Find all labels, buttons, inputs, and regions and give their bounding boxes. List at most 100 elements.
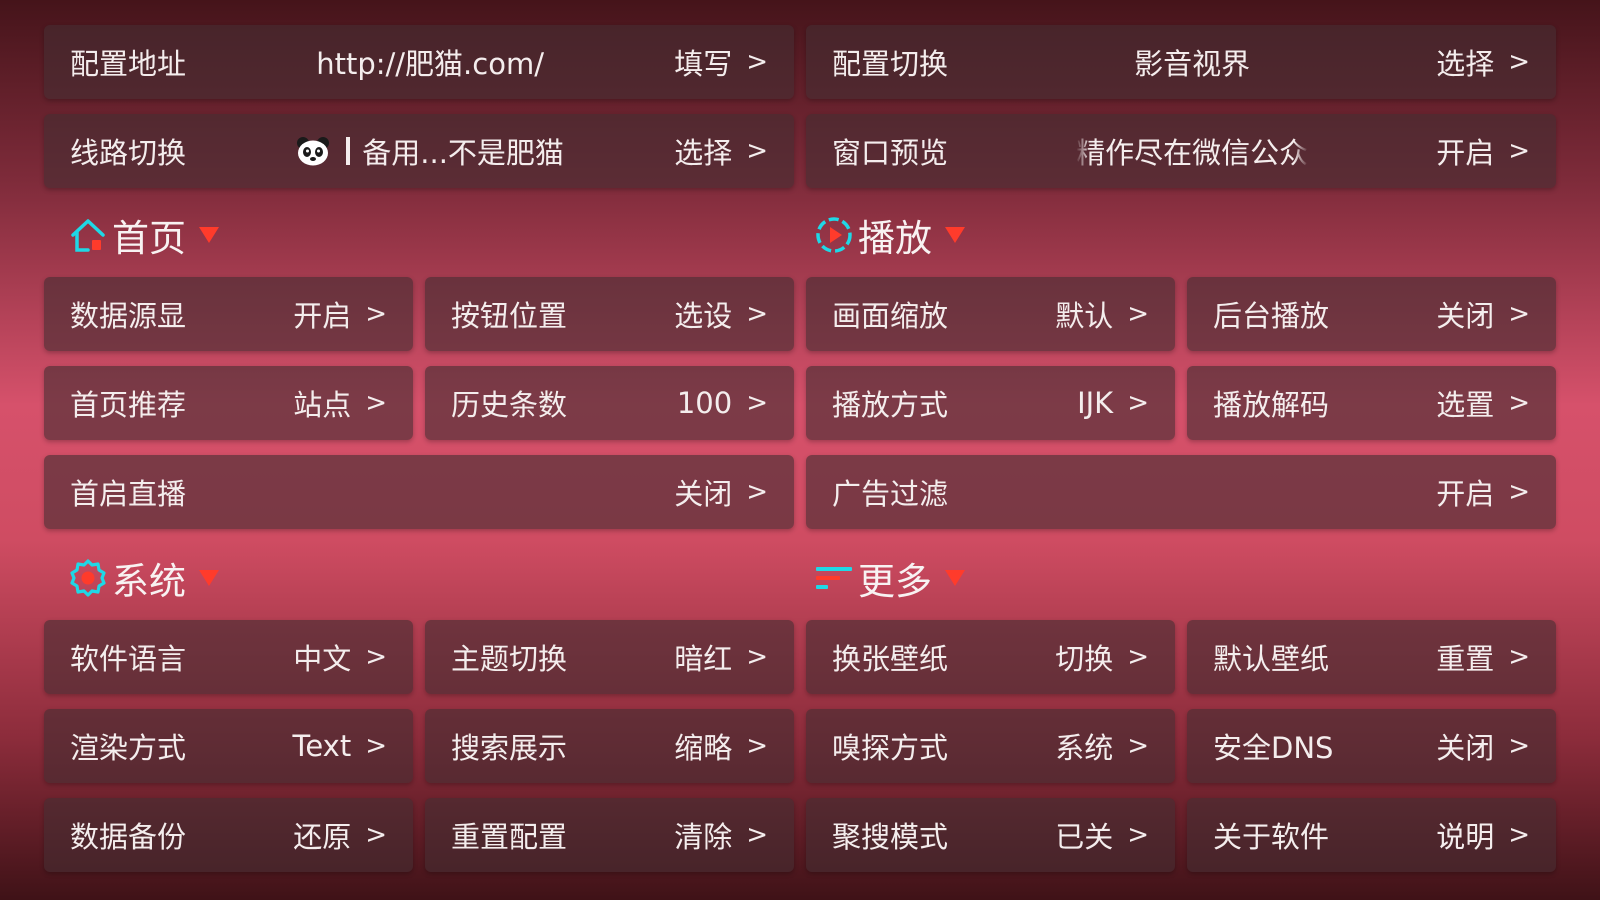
- row-value: 清除: [674, 820, 733, 854]
- row-value: 还原: [293, 820, 352, 854]
- button-position-row[interactable]: 按钮位置 选设 >: [425, 277, 794, 351]
- chevron-right-icon: >: [746, 47, 768, 77]
- play-decode-row[interactable]: 播放解码 选置 >: [1187, 366, 1556, 440]
- row-value: 站点: [293, 388, 352, 422]
- play-circle-icon: [816, 217, 852, 253]
- row-label: 历史条数: [451, 388, 568, 422]
- theme-switch-row[interactable]: 主题切换 暗红 >: [425, 620, 794, 694]
- data-source-display-row[interactable]: 数据源显 开启 >: [44, 277, 413, 351]
- render-mode-row[interactable]: 渲染方式 Text >: [44, 709, 413, 783]
- row-value: 重置: [1436, 642, 1495, 676]
- row-value: 选置: [1436, 388, 1495, 422]
- window-preview-row[interactable]: 窗口预览 精作尽在微信公众 开启 >: [806, 114, 1556, 188]
- row-value: 开启: [1436, 477, 1495, 511]
- chevron-right-icon: >: [1127, 820, 1149, 850]
- row-value: 关闭: [674, 477, 733, 511]
- chevron-right-icon: >: [1127, 388, 1149, 418]
- row-label: 软件语言: [70, 642, 187, 676]
- chevron-right-icon: >: [746, 299, 768, 329]
- row-value: 选设: [674, 299, 733, 333]
- config-switch-value: 影音视界: [1134, 47, 1251, 81]
- gear-icon: [70, 559, 106, 597]
- picture-scale-row[interactable]: 画面缩放 默认 >: [806, 277, 1175, 351]
- row-label: 数据源显: [70, 299, 187, 333]
- chevron-right-icon: >: [746, 642, 768, 672]
- window-preview-text: 精作尽在微信公众: [1076, 136, 1309, 170]
- section-home-header[interactable]: 首页: [68, 210, 220, 260]
- row-label: 首启直播: [70, 477, 187, 511]
- row-value: IJK: [1077, 386, 1114, 420]
- section-title: 更多: [858, 560, 932, 603]
- history-count-row[interactable]: 历史条数 100 >: [425, 366, 794, 440]
- chevron-right-icon: >: [365, 731, 387, 761]
- row-value: 切换: [1055, 642, 1114, 676]
- chevron-right-icon: >: [1508, 820, 1530, 850]
- reset-config-row[interactable]: 重置配置 清除 >: [425, 798, 794, 872]
- section-title: 系统: [112, 560, 186, 603]
- about-software-row[interactable]: 关于软件 说明 >: [1187, 798, 1556, 872]
- window-preview-marquee: 精作尽在微信公众: [948, 130, 1436, 172]
- triangle-down-icon: [199, 227, 219, 243]
- config-address-row[interactable]: 配置地址 http://肥猫.com/ 填写 >: [44, 25, 794, 99]
- triangle-down-icon: [945, 570, 965, 586]
- row-label: 嗅探方式: [832, 731, 949, 765]
- row-label: 广告过滤: [832, 477, 949, 511]
- row-value: 默认: [1055, 299, 1114, 333]
- row-label: 首页推荐: [70, 388, 187, 422]
- row-label: 聚搜模式: [832, 820, 949, 854]
- triangle-down-icon: [199, 570, 219, 586]
- chevron-right-icon: >: [1508, 47, 1530, 77]
- chevron-right-icon: >: [746, 136, 768, 166]
- section-title: 首页: [112, 217, 186, 260]
- row-value: 暗红: [674, 642, 733, 676]
- chevron-right-icon: >: [1508, 642, 1530, 672]
- sniff-mode-row[interactable]: 嗅探方式 系统 >: [806, 709, 1175, 783]
- row-label: 渲染方式: [70, 731, 187, 765]
- play-mode-row[interactable]: 播放方式 IJK >: [806, 366, 1175, 440]
- config-switch-row[interactable]: 配置切换 影音视界 选择 >: [806, 25, 1556, 99]
- row-label: 安全DNS: [1213, 731, 1334, 765]
- software-language-row[interactable]: 软件语言 中文 >: [44, 620, 413, 694]
- separator-bar: [346, 137, 351, 165]
- chevron-right-icon: >: [1508, 299, 1530, 329]
- row-label: 播放方式: [832, 388, 949, 422]
- route-switch-row[interactable]: 线路切换 备用...不是肥猫 选择 >: [44, 114, 794, 188]
- home-recommend-row[interactable]: 首页推荐 站点 >: [44, 366, 413, 440]
- aggregate-search-row[interactable]: 聚搜模式 已关 >: [806, 798, 1175, 872]
- default-wallpaper-row[interactable]: 默认壁纸 重置 >: [1187, 620, 1556, 694]
- row-label: 配置切换: [832, 47, 949, 81]
- triangle-down-icon: [945, 227, 965, 243]
- ad-filter-row[interactable]: 广告过滤 开启 >: [806, 455, 1556, 529]
- row-label: 默认壁纸: [1213, 642, 1330, 676]
- section-system-header[interactable]: 系统: [68, 553, 220, 603]
- row-label: 主题切换: [451, 642, 568, 676]
- home-icon: [71, 219, 105, 252]
- row-value: 中文: [293, 642, 352, 676]
- row-value: 缩略: [674, 731, 733, 765]
- row-value: 100: [676, 386, 733, 420]
- section-play-header[interactable]: 播放: [814, 210, 966, 260]
- chevron-right-icon: >: [1508, 477, 1530, 507]
- row-label: 窗口预览: [832, 136, 949, 170]
- row-label: 画面缩放: [832, 299, 949, 333]
- change-wallpaper-row[interactable]: 换张壁纸 切换 >: [806, 620, 1175, 694]
- search-display-row[interactable]: 搜索展示 缩略 >: [425, 709, 794, 783]
- panda-icon: [296, 136, 330, 166]
- chevron-right-icon: >: [1127, 642, 1149, 672]
- chevron-right-icon: >: [1127, 299, 1149, 329]
- chevron-right-icon: >: [365, 388, 387, 418]
- row-value: Text: [292, 729, 352, 763]
- data-backup-row[interactable]: 数据备份 还原 >: [44, 798, 413, 872]
- background-play-row[interactable]: 后台播放 关闭 >: [1187, 277, 1556, 351]
- chevron-right-icon: >: [365, 642, 387, 672]
- row-label: 播放解码: [1213, 388, 1330, 422]
- row-value: 已关: [1055, 820, 1114, 854]
- row-label: 重置配置: [451, 820, 568, 854]
- chevron-right-icon: >: [746, 477, 768, 507]
- section-more-header[interactable]: 更多: [814, 553, 966, 603]
- startup-live-row[interactable]: 首启直播 关闭 >: [44, 455, 794, 529]
- row-value: 开启: [1436, 136, 1495, 170]
- menu-lines-icon: [816, 567, 852, 589]
- row-label: 配置地址: [70, 47, 187, 81]
- secure-dns-row[interactable]: 安全DNS 关闭 >: [1187, 709, 1556, 783]
